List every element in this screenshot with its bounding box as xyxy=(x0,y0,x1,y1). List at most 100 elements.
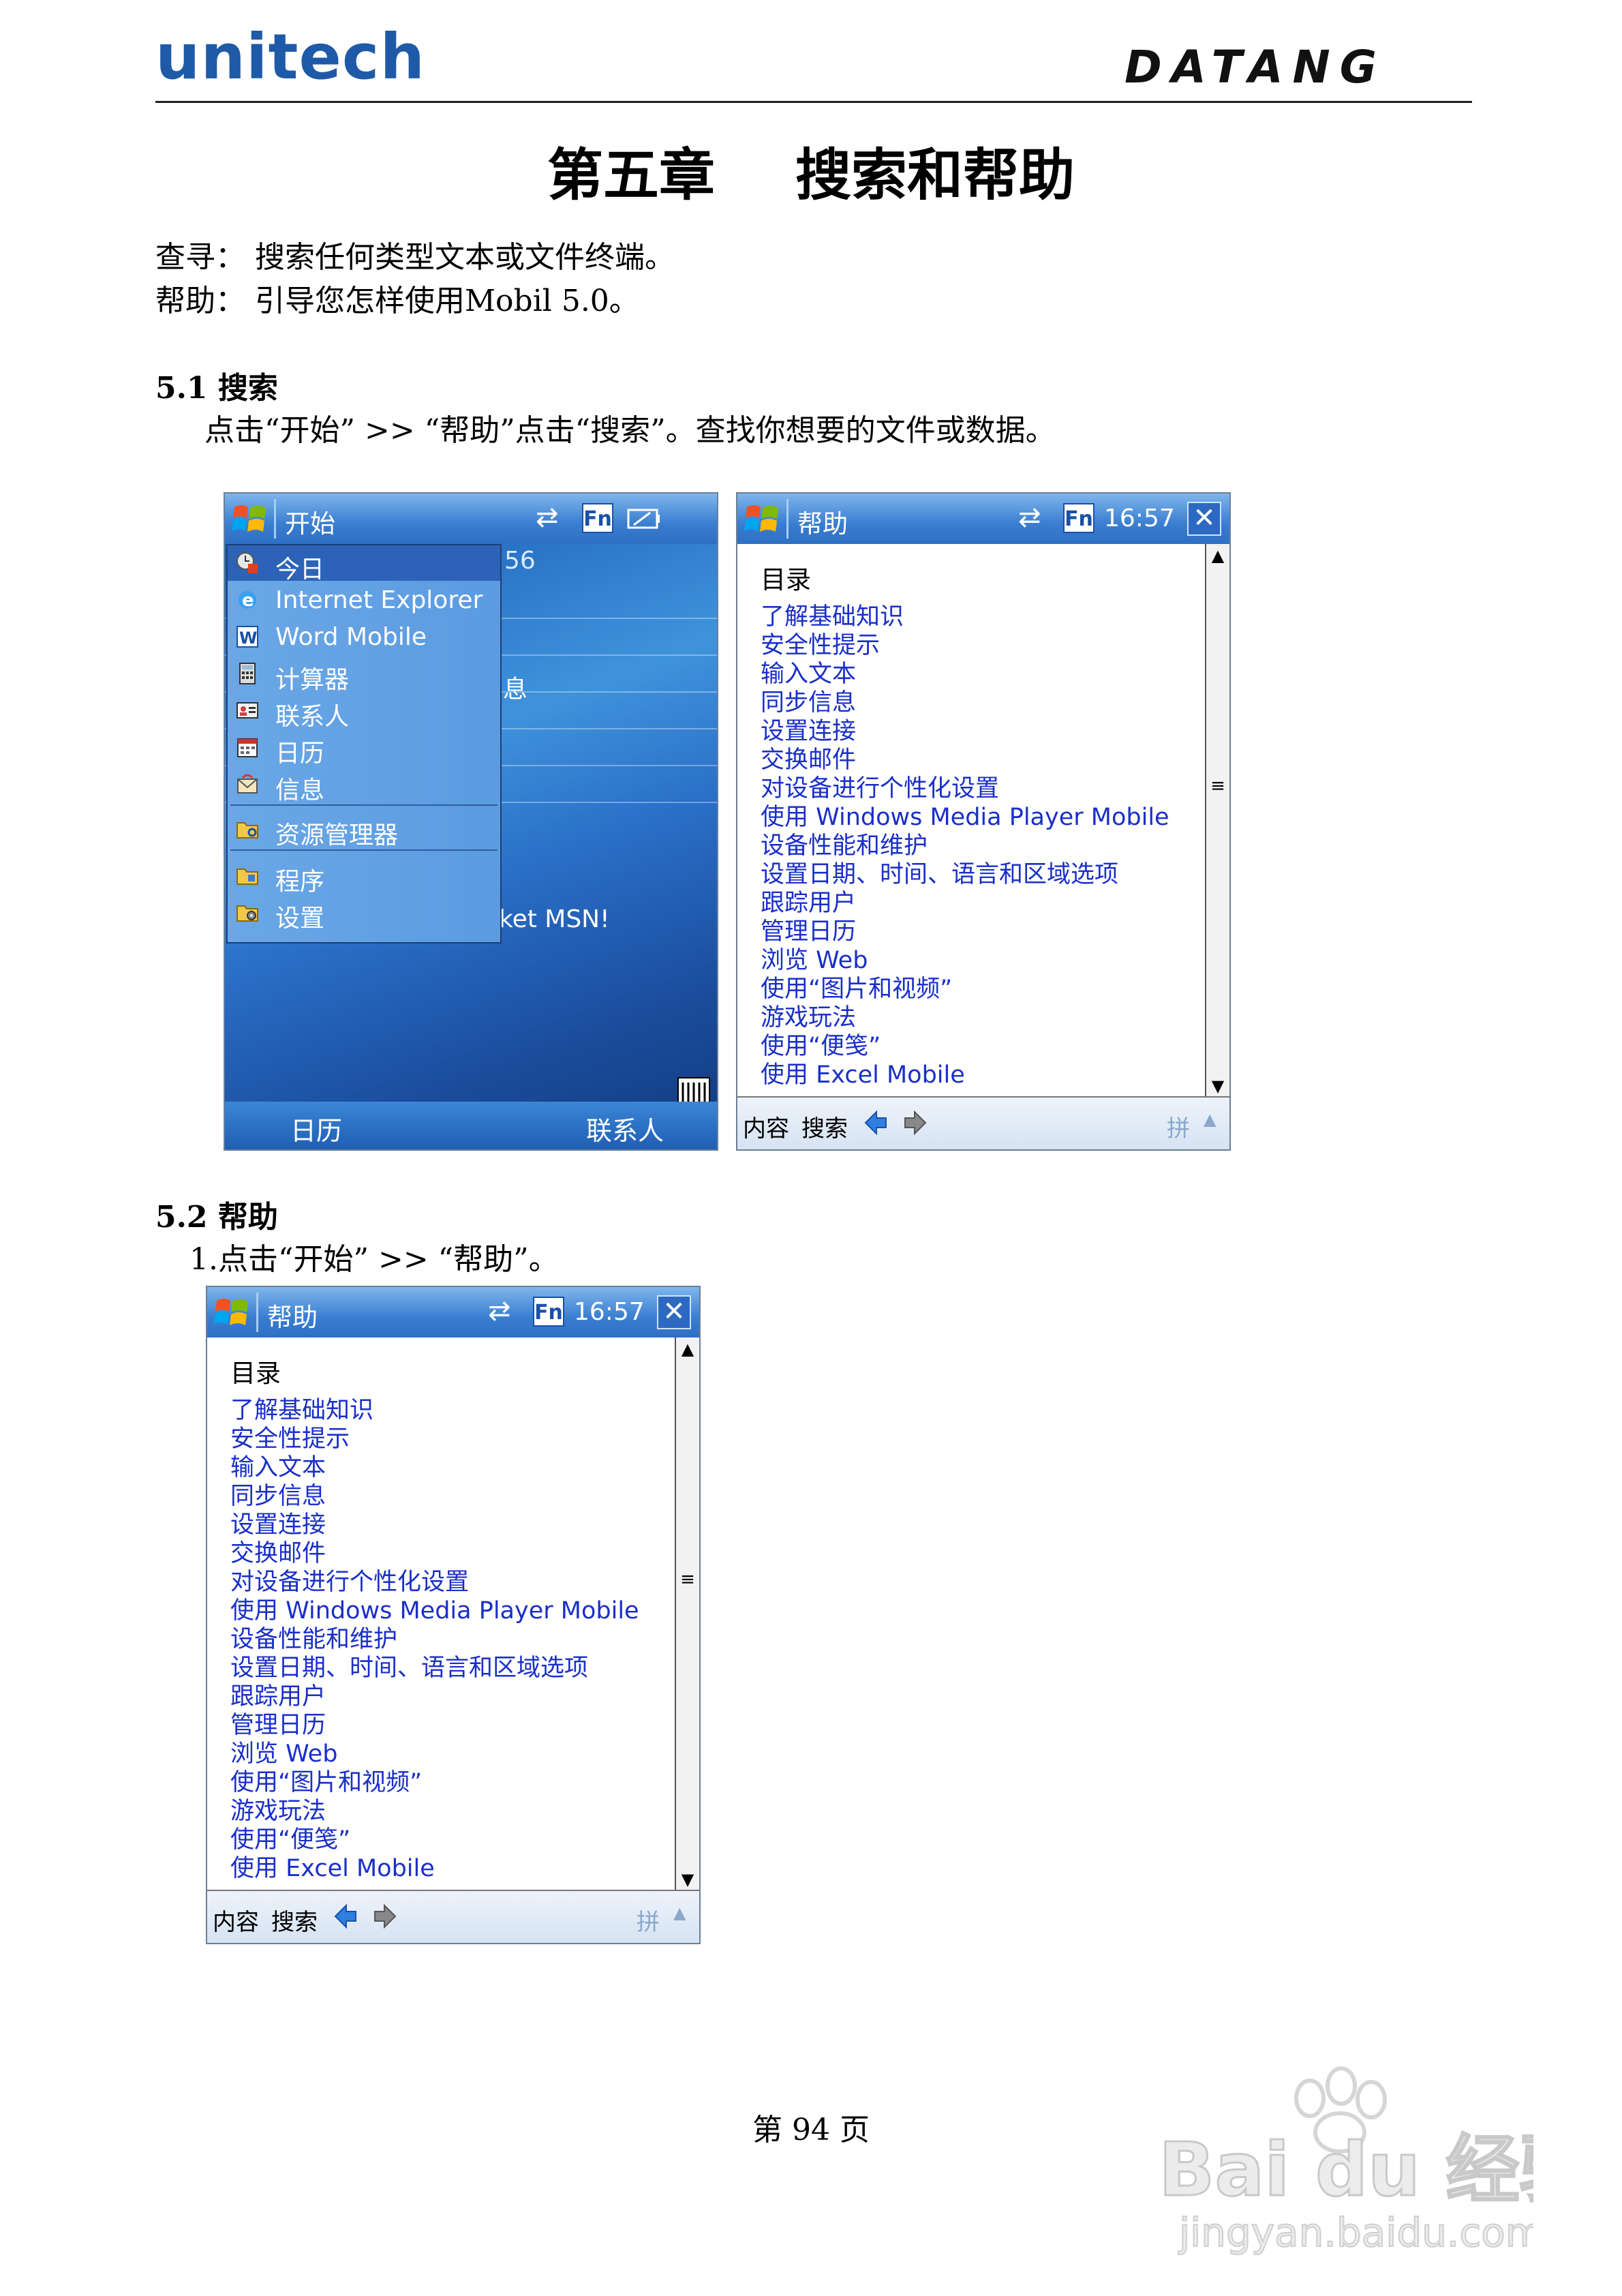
scrollbar[interactable]: ▲ ≡ ▼ xyxy=(675,1338,699,1891)
help-link[interactable]: 设置连接 xyxy=(761,719,856,745)
input-method-indicator[interactable]: 拼 xyxy=(637,1903,660,1937)
help-link[interactable]: 安全性提示 xyxy=(761,633,880,659)
sync-icon[interactable]: ⇄ xyxy=(536,502,559,533)
help-link[interactable]: 对设备进行个性化设置 xyxy=(230,1569,469,1596)
help-link[interactable]: 管理日历 xyxy=(230,1712,326,1739)
menu-item-programs[interactable]: 程序 xyxy=(228,858,500,896)
input-menu-arrow-icon[interactable]: ▲ xyxy=(673,1903,686,1922)
help-link[interactable]: 浏览 Web xyxy=(230,1741,337,1768)
menu-item-file-explorer[interactable]: 资源管理器 xyxy=(228,811,500,849)
back-arrow-icon[interactable] xyxy=(864,1110,887,1136)
menu-item-label: 设置 xyxy=(275,905,325,933)
menu-item-today[interactable]: 今日 xyxy=(228,545,500,584)
help-link[interactable]: 交换邮件 xyxy=(230,1541,326,1567)
help-link[interactable]: 管理日历 xyxy=(761,919,856,946)
scrollbar[interactable]: ▲ ≡ ▼ xyxy=(1205,544,1229,1098)
contents-button[interactable]: 内容 xyxy=(213,1903,259,1937)
help-link[interactable]: 使用 Windows Media Player Mobile xyxy=(761,804,1169,831)
menu-item-word-mobile[interactable]: W Word Mobile xyxy=(228,619,500,654)
help-link[interactable]: 了解基础知识 xyxy=(761,604,904,631)
help-link[interactable]: 使用 Excel Mobile xyxy=(230,1856,435,1882)
help-link[interactable]: 设置日期、时间、语言和区域选项 xyxy=(230,1655,588,1682)
help-link[interactable]: 对设备进行个性化设置 xyxy=(761,776,999,802)
clock[interactable]: 16:57 xyxy=(1104,504,1175,532)
help-contents: 目录 了解基础知识 安全性提示 输入文本 同步信息 设置连接 交换邮件 对设备进… xyxy=(737,544,1206,1098)
help-link[interactable]: 设备性能和维护 xyxy=(761,833,928,860)
battery-icon[interactable] xyxy=(627,507,661,530)
help-link[interactable]: 同步信息 xyxy=(761,690,856,716)
scroll-up-icon[interactable]: ▲ xyxy=(676,1338,699,1361)
help-link[interactable]: 安全性提示 xyxy=(230,1426,350,1453)
help-link[interactable]: 浏览 Web xyxy=(761,948,868,974)
help-link[interactable]: 设置日期、时间、语言和区域选项 xyxy=(761,862,1118,888)
scroll-up-icon[interactable]: ▲ xyxy=(1206,544,1229,567)
fn-key-indicator[interactable]: Fn xyxy=(582,503,613,533)
menu-item-label: 日历 xyxy=(275,740,325,768)
scroll-down-icon[interactable]: ▼ xyxy=(676,1868,699,1891)
windows-flag-icon[interactable] xyxy=(744,502,781,536)
help-title: 帮助 xyxy=(797,509,848,539)
help-link[interactable]: 使用“图片和视频” xyxy=(761,976,952,1003)
section-5-1-heading: 5.1 搜索 xyxy=(155,371,278,406)
contents-heading: 目录 xyxy=(230,1359,281,1388)
menu-item-internet-explorer[interactable]: e Internet Explorer xyxy=(228,582,500,618)
help-link[interactable]: 使用 Excel Mobile xyxy=(761,1062,965,1089)
scroll-thumb[interactable]: ≡ xyxy=(1206,776,1229,796)
help-link[interactable]: 输入文本 xyxy=(761,661,856,688)
softkey-calendar[interactable]: 日历 xyxy=(290,1110,342,1147)
fn-key-indicator[interactable]: Fn xyxy=(533,1297,564,1327)
help-link[interactable]: 游戏玩法 xyxy=(761,1005,856,1031)
sync-icon[interactable]: ⇄ xyxy=(1018,502,1041,533)
help-link[interactable]: 跟踪用户 xyxy=(761,890,856,917)
svg-text:e: e xyxy=(242,590,254,611)
forward-arrow-icon[interactable] xyxy=(904,1110,927,1136)
menu-item-label: 信息 xyxy=(275,776,325,804)
unitech-logo: unitech xyxy=(155,20,425,93)
scroll-down-icon[interactable]: ▼ xyxy=(1206,1074,1229,1098)
messaging-icon xyxy=(237,774,258,794)
windows-flag-icon[interactable] xyxy=(232,502,269,536)
scroll-thumb[interactable]: ≡ xyxy=(676,1569,699,1590)
section-5-2-heading: 5.2 帮助 xyxy=(155,1200,278,1235)
help-link[interactable]: 输入文本 xyxy=(230,1455,326,1481)
menu-item-settings[interactable]: 设置 xyxy=(228,894,500,933)
input-menu-arrow-icon[interactable]: ▲ xyxy=(1204,1110,1216,1129)
help-link[interactable]: 交换邮件 xyxy=(761,747,856,774)
forward-arrow-icon[interactable] xyxy=(373,1903,397,1929)
help-link[interactable]: 游戏玩法 xyxy=(230,1798,326,1825)
contacts-icon xyxy=(236,702,258,719)
folder-icon xyxy=(236,822,258,839)
help-link[interactable]: 了解基础知识 xyxy=(230,1398,373,1424)
windows-flag-icon[interactable] xyxy=(214,1295,251,1329)
help-link[interactable]: 设备性能和维护 xyxy=(230,1627,397,1653)
help-link[interactable]: 使用“便笺” xyxy=(230,1827,350,1854)
close-button[interactable]: ✕ xyxy=(1187,502,1221,536)
help-link[interactable]: 使用“便笺” xyxy=(761,1033,881,1060)
help-screenshot-1: 帮助 ⇄ Fn 16:57 ✕ 目录 了解基础知识 安全性提示 输入文本 同步信… xyxy=(736,492,1231,1151)
help-link[interactable]: 跟踪用户 xyxy=(230,1684,326,1710)
menu-item-label: 今日 xyxy=(275,556,325,584)
sync-icon[interactable]: ⇄ xyxy=(488,1295,511,1327)
help-link[interactable]: 同步信息 xyxy=(230,1483,326,1510)
calculator-icon xyxy=(239,663,256,684)
intro-search: 查寻： 搜索任何类型文本或文件终端。 xyxy=(155,240,675,275)
baidu-jingyan-watermark: Bai du 经验 jingyan.baidu.com xyxy=(1158,2066,1533,2256)
help-titlebar: 帮助 ⇄ Fn 16:57 ✕ xyxy=(207,1287,699,1338)
help-link[interactable]: 使用 Windows Media Player Mobile xyxy=(230,1598,639,1625)
menu-item-label: Word Mobile xyxy=(275,623,427,651)
menu-item-calendar[interactable]: 日历 xyxy=(228,729,500,768)
menu-item-messaging[interactable]: 信息 xyxy=(228,766,500,804)
softkey-contacts[interactable]: 联系人 xyxy=(586,1110,664,1147)
close-button[interactable]: ✕ xyxy=(657,1295,691,1329)
back-arrow-icon[interactable] xyxy=(334,1903,357,1929)
search-button[interactable]: 搜索 xyxy=(271,1903,318,1937)
search-button[interactable]: 搜索 xyxy=(801,1110,848,1143)
help-link[interactable]: 使用“图片和视频” xyxy=(230,1770,422,1796)
contents-button[interactable]: 内容 xyxy=(743,1110,789,1143)
input-method-indicator[interactable]: 拼 xyxy=(1167,1110,1190,1143)
menu-item-contacts[interactable]: 联系人 xyxy=(228,693,500,731)
clock[interactable]: 16:57 xyxy=(574,1298,645,1326)
menu-item-calculator[interactable]: 计算器 xyxy=(228,656,500,694)
fn-key-indicator[interactable]: Fn xyxy=(1063,503,1095,533)
help-link[interactable]: 设置连接 xyxy=(230,1512,326,1539)
